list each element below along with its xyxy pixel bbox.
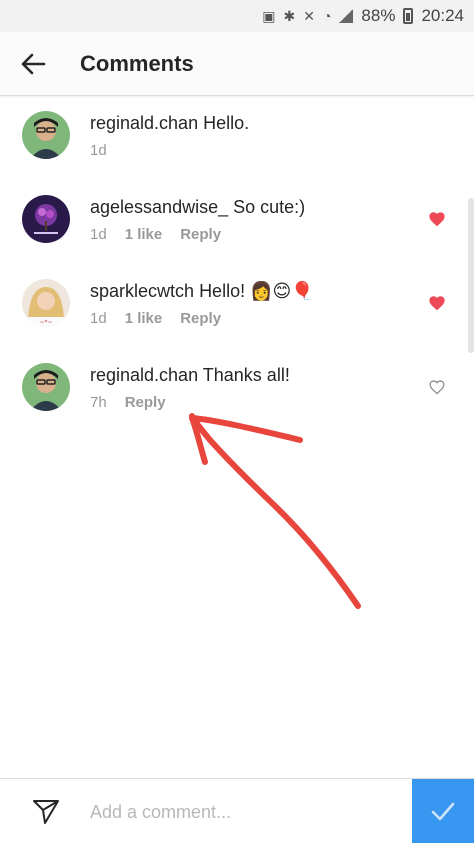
reply-button[interactable]: Reply [180,310,221,327]
bluetooth-icon: ✱ [283,7,296,24]
reply-button[interactable]: Reply [180,226,221,243]
comment-meta: 1d 1 like Reply [90,310,221,327]
direct-send-icon[interactable] [32,797,60,825]
comment-username[interactable]: reginald.chan [90,113,198,133]
heart-filled-icon[interactable] [428,295,446,311]
comment-body: Thanks all! [202,365,290,385]
comment-time: 1d [90,310,107,327]
avatar[interactable] [22,195,70,243]
arrow-left-icon [21,53,46,74]
comment-meta: 7h Reply [90,394,166,411]
comment-time: 1d [90,226,107,243]
like-count[interactable]: 1 like [125,226,163,243]
comment-username[interactable]: reginald.chan [90,365,198,385]
battery-icon [403,8,414,24]
comment-username[interactable]: agelessandwise_ [90,197,228,217]
avatar[interactable] [22,111,70,159]
scrollbar[interactable] [468,198,474,353]
comment-input[interactable] [88,793,392,831]
checkmark-icon [431,802,455,821]
status-bar: ▣ ✱ ✕ ◔ 88% 20:24 [0,0,474,32]
page-title: Comments [80,50,194,76]
back-button[interactable] [20,51,46,77]
like-count[interactable]: 1 like [125,310,163,327]
comment-text: agelessandwise_ So cute:) [90,197,305,218]
signal-icon [339,9,354,23]
heart-outline-icon[interactable] [428,379,446,395]
post-button[interactable] [412,779,474,843]
heart-filled-icon[interactable] [428,211,446,227]
battery-percent: 88% [361,6,396,25]
avatar[interactable] [22,363,70,411]
wifi-icon: ◔ [322,8,332,24]
mute-icon: ✕ [303,7,315,24]
comment-text: reginald.chan Thanks all! [90,365,290,386]
comment-text: reginald.chan Hello. [90,113,249,134]
clock: 20:24 [421,6,464,25]
svg-text:~*~: ~*~ [39,319,52,326]
reply-button[interactable]: Reply [125,394,166,411]
comment-time: 1d [90,142,107,159]
comment-body: Hello! 👩😊🎈 [199,281,314,301]
comment-item: reginald.chan Hello. 1d [0,111,474,195]
comment-meta: 1d 1 like Reply [90,226,221,243]
comment-body: So cute:) [233,197,306,217]
comment-item: reginald.chan Thanks all! 7h Reply [0,363,474,447]
header: Comments [0,32,474,96]
image-notification-icon: ▣ [262,7,276,24]
comment-meta: 1d [90,142,107,159]
comment-time: 7h [90,394,107,411]
comment-body: Hello. [203,113,250,133]
comment-composer [0,778,474,843]
comment-item: ~*~ sparklecwtch Hello! 👩😊🎈 1d 1 like Re… [0,279,474,363]
comment-username[interactable]: sparklecwtch [90,281,194,301]
comment-text: sparklecwtch Hello! 👩😊🎈 [90,281,314,302]
comment-item: agelessandwise_ So cute:) 1d 1 like Repl… [0,195,474,279]
avatar[interactable]: ~*~ [22,279,70,327]
